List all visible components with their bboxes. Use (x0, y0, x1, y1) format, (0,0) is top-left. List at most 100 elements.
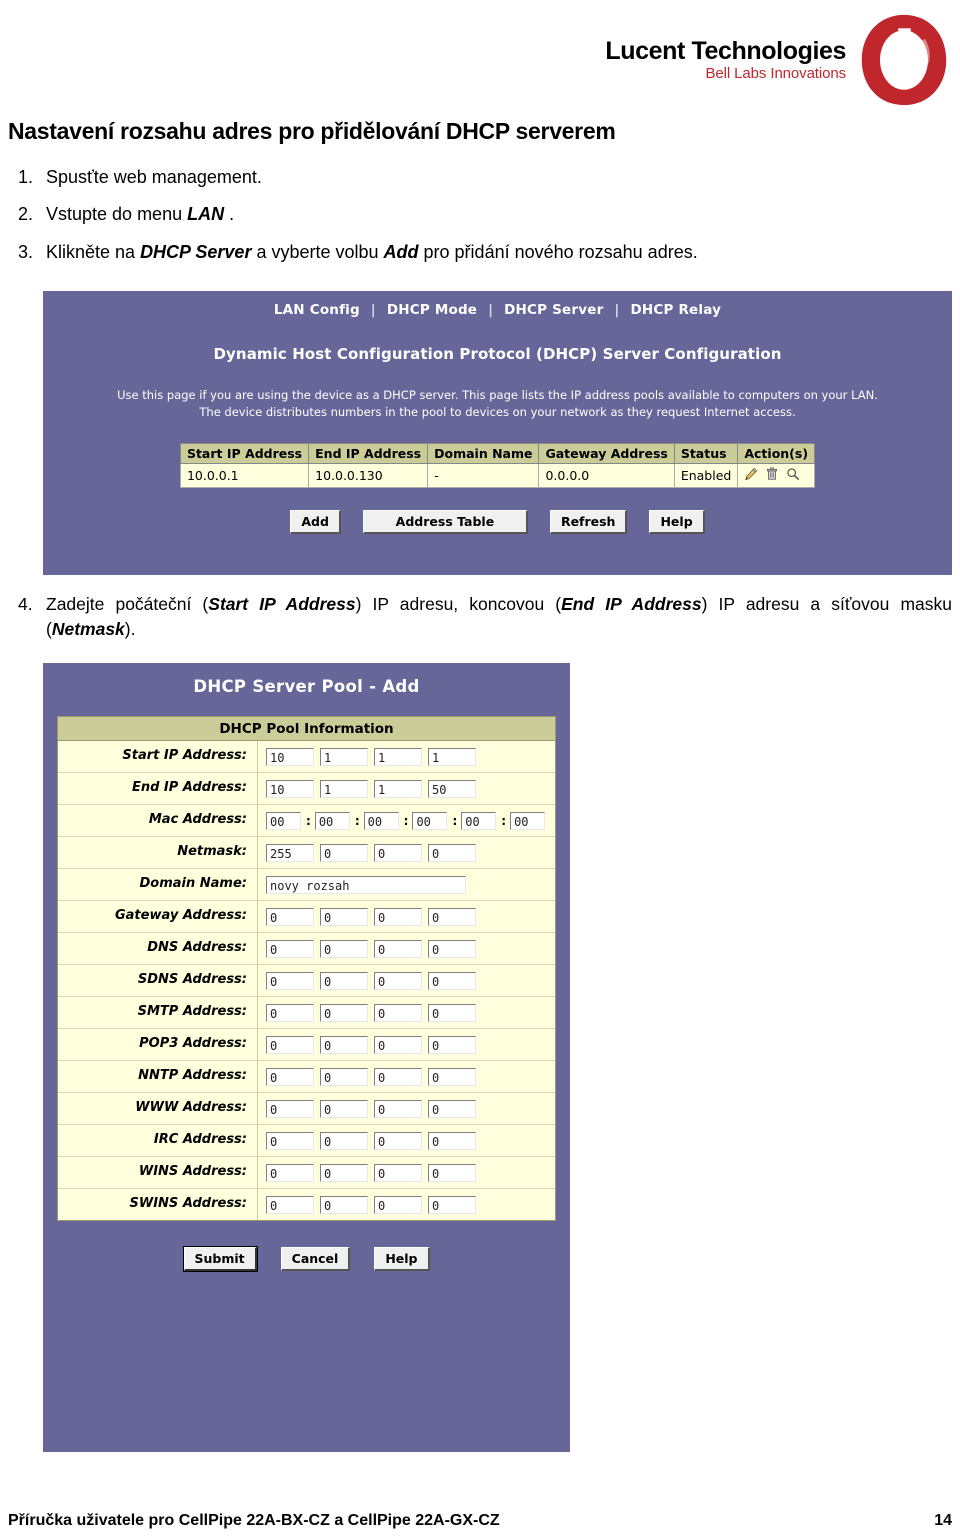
smtp-address-input-1[interactable]: 0 (266, 1003, 314, 1022)
mac-separator: : (354, 813, 360, 828)
logo-title: Lucent Technologies (605, 37, 846, 65)
wins-address-input-2[interactable]: 0 (320, 1163, 368, 1182)
page-number: 14 (934, 1512, 952, 1529)
view-magnifier-icon[interactable] (786, 467, 800, 484)
tab-dhcp-mode[interactable]: DHCP Mode (382, 302, 482, 318)
form-row-irc-address: IRC Address: 0 0 0 0 (58, 1125, 555, 1157)
start-ip-address-input-2[interactable]: 1 (320, 747, 368, 766)
end-ip-address-input-2[interactable]: 1 (320, 779, 368, 798)
start-ip-address-input-1[interactable]: 10 (266, 747, 314, 766)
sdns-address-input-2[interactable]: 0 (320, 971, 368, 990)
wins-address-input-1[interactable]: 0 (266, 1163, 314, 1182)
www-address-input-2[interactable]: 0 (320, 1099, 368, 1118)
netmask-input-1[interactable]: 255 (266, 843, 314, 862)
end-ip-address-input-1[interactable]: 10 (266, 779, 314, 798)
form-row-wins-address: WINS Address: 0 0 0 0 (58, 1157, 555, 1189)
netmask-input-3[interactable]: 0 (374, 843, 422, 862)
dns-address-input-1[interactable]: 0 (266, 939, 314, 958)
delete-trash-icon[interactable] (765, 467, 779, 484)
irc-address-input-2[interactable]: 0 (320, 1131, 368, 1150)
mac-address-input-1[interactable]: 00 (266, 811, 301, 830)
tab-dhcp-server[interactable]: DHCP Server (499, 302, 608, 318)
end-ip-address-input-3[interactable]: 1 (374, 779, 422, 798)
field-label-netmask: Netmask: (58, 837, 258, 868)
netmask-input-2[interactable]: 0 (320, 843, 368, 862)
field-controls-sdns-address: 0000 (258, 965, 555, 996)
list-item: 2. Vstupte do menu LAN . (8, 202, 952, 226)
refresh-button[interactable]: Refresh (549, 510, 628, 535)
field-controls-mac-address: 00:00:00:00:00:00 (258, 805, 555, 836)
address-table-button[interactable]: Address Table (362, 510, 528, 535)
www-address-input-1[interactable]: 0 (266, 1099, 314, 1118)
swins-address-input-2[interactable]: 0 (320, 1195, 368, 1214)
swins-address-input-1[interactable]: 0 (266, 1195, 314, 1214)
form-row-domain-name: Domain Name: novy rozsah (58, 869, 555, 901)
wins-address-input-3[interactable]: 0 (374, 1163, 422, 1182)
submit-button[interactable]: Submit (182, 1246, 258, 1272)
irc-address-input-4[interactable]: 0 (428, 1131, 476, 1150)
mac-separator: : (452, 813, 458, 828)
field-label-pop3-address: POP3 Address: (58, 1029, 258, 1060)
start-ip-address-input-3[interactable]: 1 (374, 747, 422, 766)
sdns-address-input-4[interactable]: 0 (428, 971, 476, 990)
dns-address-input-2[interactable]: 0 (320, 939, 368, 958)
nntp-address-input-4[interactable]: 0 (428, 1067, 476, 1086)
pop3-address-input-2[interactable]: 0 (320, 1035, 368, 1054)
pop3-address-input-1[interactable]: 0 (266, 1035, 314, 1054)
sdns-address-input-1[interactable]: 0 (266, 971, 314, 990)
nntp-address-input-3[interactable]: 0 (374, 1067, 422, 1086)
irc-address-input-3[interactable]: 0 (374, 1131, 422, 1150)
dns-address-input-3[interactable]: 0 (374, 939, 422, 958)
form-row-smtp-address: SMTP Address: 0 0 0 0 (58, 997, 555, 1029)
field-controls-nntp-address: 0000 (258, 1061, 555, 1092)
form-row-sdns-address: SDNS Address: 0 0 0 0 (58, 965, 555, 997)
smtp-address-input-4[interactable]: 0 (428, 1003, 476, 1022)
help-button[interactable]: Help (374, 1247, 430, 1271)
mac-address-input-2[interactable]: 00 (314, 811, 350, 830)
swins-address-input-4[interactable]: 0 (428, 1195, 476, 1214)
nntp-address-input-2[interactable]: 0 (320, 1067, 368, 1086)
cancel-button[interactable]: Cancel (280, 1247, 351, 1271)
field-controls-www-address: 0000 (258, 1093, 555, 1124)
start-ip-address-input-4[interactable]: 1 (428, 747, 476, 766)
mac-address-input-4[interactable]: 00 (412, 811, 448, 830)
page-title: Nastavení rozsahu adres pro přidělování … (8, 118, 616, 144)
wins-address-input-4[interactable]: 0 (428, 1163, 476, 1182)
netmask-input-4[interactable]: 0 (428, 843, 476, 862)
smtp-address-input-2[interactable]: 0 (320, 1003, 368, 1022)
pop3-address-input-4[interactable]: 0 (428, 1035, 476, 1054)
gateway-address-input-4[interactable]: 0 (428, 907, 476, 926)
irc-address-input-1[interactable]: 0 (266, 1131, 314, 1150)
gateway-address-input-2[interactable]: 0 (320, 907, 368, 926)
mac-address-input-6[interactable]: 00 (510, 811, 546, 830)
nntp-address-input-1[interactable]: 0 (266, 1067, 314, 1086)
mac-address-input-5[interactable]: 00 (461, 811, 497, 830)
step-text: Klikněte na DHCP Server a vyberte volbu … (46, 241, 698, 262)
gateway-address-input-3[interactable]: 0 (374, 907, 422, 926)
www-address-input-3[interactable]: 0 (374, 1099, 422, 1118)
column-header-gateway: Gateway Address (538, 443, 675, 465)
sdns-address-input-3[interactable]: 0 (374, 971, 422, 990)
tab-lan-config[interactable]: LAN Config (269, 302, 365, 318)
swins-address-input-3[interactable]: 0 (374, 1195, 422, 1214)
www-address-input-4[interactable]: 0 (428, 1099, 476, 1118)
pop3-address-input-3[interactable]: 0 (374, 1035, 422, 1054)
end-ip-address-input-4[interactable]: 50 (428, 779, 476, 798)
smtp-address-input-3[interactable]: 0 (374, 1003, 422, 1022)
gateway-address-input-1[interactable]: 0 (266, 907, 314, 926)
address-pool-table-wrapper: Start IP Address End IP Address Domain N… (43, 443, 952, 489)
form-row-end-ip-address: End IP Address: 10 1 1 50 (58, 773, 555, 805)
cell-domain: - (427, 463, 540, 489)
tab-dhcp-relay[interactable]: DHCP Relay (625, 302, 726, 318)
logo-subtitle: Bell Labs Innovations (705, 65, 847, 83)
dhcp-server-config-title: Dynamic Host Configuration Protocol (DHC… (213, 345, 782, 363)
dns-address-input-4[interactable]: 0 (428, 939, 476, 958)
cell-start-ip: 10.0.0.1 (179, 463, 310, 489)
domain-name-input-1[interactable]: novy rozsah (266, 875, 466, 894)
logo-wordmark: Lucent Technologies Bell Labs Innovation… (605, 38, 846, 82)
edit-pencil-icon[interactable] (744, 467, 758, 484)
add-button[interactable]: Add (290, 510, 341, 535)
help-button[interactable]: Help (649, 510, 705, 535)
column-header-domain: Domain Name (427, 443, 540, 465)
mac-address-input-3[interactable]: 00 (363, 811, 399, 830)
